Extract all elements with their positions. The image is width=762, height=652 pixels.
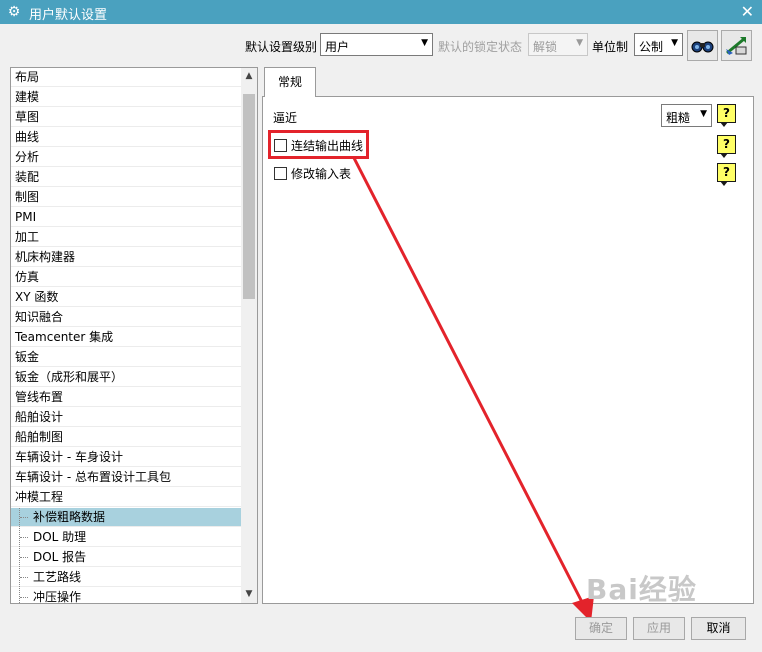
tree-item[interactable]: 钣金 xyxy=(11,348,241,367)
tree-item[interactable]: 分析 xyxy=(11,148,241,167)
search-binoculars-button[interactable] xyxy=(687,30,718,61)
join-output-curves-label: 连结输出曲线 xyxy=(291,139,364,153)
tree-item[interactable]: XY 函数 xyxy=(11,288,241,307)
approx-value: 粗糙 xyxy=(666,111,691,125)
tree-child-label: 冲压操作 xyxy=(33,590,82,604)
tree-guide-line xyxy=(19,528,30,547)
tree-item[interactable]: 仿真 xyxy=(11,268,241,287)
tree-guide-line xyxy=(19,588,30,603)
tree-item[interactable]: 知识融合 xyxy=(11,308,241,327)
tree-child-label: 补偿粗略数据 xyxy=(33,510,106,524)
tree-scrollbar[interactable]: ▲ ▼ xyxy=(241,68,257,603)
apply-button[interactable]: 应用 xyxy=(633,617,685,640)
toolbar: 默认设置级别 用户 ▼ 默认的锁定状态 解锁 ▼ 单位制 公制 ▼ xyxy=(0,30,762,64)
lock-value: 解锁 xyxy=(533,40,558,54)
modify-input-sheet-label: 修改输入表 xyxy=(291,167,352,181)
tree-item[interactable]: 管线布置 xyxy=(11,388,241,407)
category-tree: 布局 建模 草图 曲线 分析 装配 制图 PMI 加工 机床构建器 仿真 XY 函数 知识融合 Teamc… xyxy=(10,67,258,604)
scroll-down-icon[interactable]: ▼ xyxy=(241,586,257,603)
tab-general[interactable]: 常规 xyxy=(264,67,316,97)
tree-item[interactable]: 船舶制图 xyxy=(11,428,241,447)
tree-item[interactable]: 建模 xyxy=(11,88,241,107)
chevron-down-icon: ▼ xyxy=(576,38,583,48)
tree-child-label: DOL 助理 xyxy=(33,530,87,544)
ok-button[interactable]: 确定 xyxy=(575,617,627,640)
level-select[interactable]: 用户 ▼ xyxy=(320,33,433,56)
tree-item[interactable]: 加工 xyxy=(11,228,241,247)
chevron-down-icon: ▼ xyxy=(700,109,707,119)
approx-select[interactable]: 粗糙 ▼ xyxy=(661,104,712,127)
help-icon[interactable]: ? xyxy=(717,104,736,127)
watermark: Bai经验 xyxy=(586,573,697,606)
level-label: 默认设置级别 xyxy=(245,40,318,54)
tree-child-item[interactable]: DOL 助理 xyxy=(11,528,241,547)
tree-item[interactable]: 机床构建器 xyxy=(11,248,241,267)
lock-label: 默认的锁定状态 xyxy=(438,40,523,54)
scroll-up-icon[interactable]: ▲ xyxy=(241,68,257,85)
tree-child-item[interactable]: 冲压操作 xyxy=(11,588,241,604)
chevron-down-icon: ▼ xyxy=(421,38,428,48)
import-export-button[interactable] xyxy=(721,30,752,61)
tree-item[interactable]: PMI xyxy=(11,208,241,227)
tree-child-item[interactable]: DOL 报告 xyxy=(11,548,241,567)
import-export-icon xyxy=(726,37,747,55)
title-bar: ⚙ 用户默认设置 ✕ xyxy=(0,0,762,24)
tree-item[interactable]: 装配 xyxy=(11,168,241,187)
tree-item[interactable]: 草图 xyxy=(11,108,241,127)
scroll-thumb[interactable] xyxy=(243,94,255,299)
join-output-curves-checkbox[interactable] xyxy=(274,139,287,152)
help-icon[interactable]: ? xyxy=(717,135,736,158)
tree-guide-line xyxy=(19,508,30,527)
window-title: 用户默认设置 xyxy=(29,8,108,23)
modify-input-sheet-checkbox[interactable] xyxy=(274,167,287,180)
tree-child-label: DOL 报告 xyxy=(33,550,87,564)
cancel-button[interactable]: 取消 xyxy=(691,617,746,640)
approx-label: 逼近 xyxy=(273,111,298,125)
tree-item[interactable]: 制图 xyxy=(11,188,241,207)
tree-item[interactable]: 车辆设计 - 总布置设计工具包 xyxy=(11,468,241,487)
tree-child-item[interactable]: 补偿粗略数据 xyxy=(11,508,241,527)
tree-item[interactable]: Teamcenter 集成 xyxy=(11,328,241,347)
binoculars-icon xyxy=(691,41,714,53)
tree-guide-line xyxy=(19,548,30,567)
settings-panel: 常规 逼近 粗糙 ▼ ? 连结输出曲线 ? 修改输入表 ? xyxy=(262,67,754,604)
tree-item[interactable]: 冲模工程 xyxy=(11,488,241,507)
close-icon[interactable]: ✕ xyxy=(741,2,754,21)
level-value: 用户 xyxy=(325,40,350,54)
chevron-down-icon: ▼ xyxy=(671,38,678,48)
tree-item[interactable]: 布局 xyxy=(11,68,241,87)
help-icon[interactable]: ? xyxy=(717,163,736,186)
tree-item[interactable]: 车辆设计 - 车身设计 xyxy=(11,448,241,467)
tree-child-label: 工艺路线 xyxy=(33,570,82,584)
tree-item[interactable]: 钣金（成形和展平） xyxy=(11,368,241,387)
unit-select[interactable]: 公制 ▼ xyxy=(634,33,683,56)
tab-content: 逼近 粗糙 ▼ ? 连结输出曲线 ? 修改输入表 ? xyxy=(262,96,754,604)
tree-child-item[interactable]: 工艺路线 xyxy=(11,568,241,587)
unit-value: 公制 xyxy=(639,40,664,54)
tree-item[interactable]: 船舶设计 xyxy=(11,408,241,427)
unit-label: 单位制 xyxy=(592,40,629,54)
gear-icon: ⚙ xyxy=(7,4,21,20)
lock-select: 解锁 ▼ xyxy=(528,33,588,56)
tree-guide-line xyxy=(19,568,30,587)
tree-item[interactable]: 曲线 xyxy=(11,128,241,147)
